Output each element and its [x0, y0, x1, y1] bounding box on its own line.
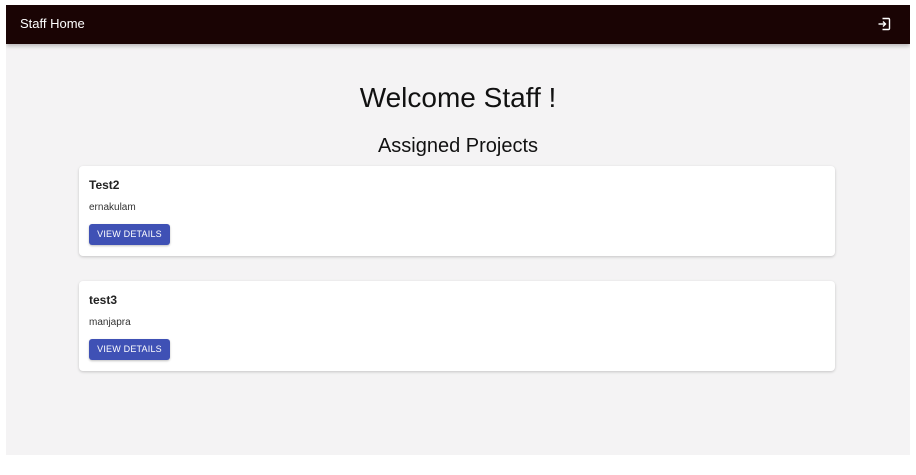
project-card: Test2 ernakulam VIEW DETAILS — [79, 166, 835, 256]
logout-button[interactable] — [876, 16, 892, 32]
assigned-projects-heading: Assigned Projects — [377, 135, 539, 157]
view-details-button[interactable]: VIEW DETAILS — [89, 339, 170, 360]
app-title: Staff Home — [20, 16, 85, 31]
project-name: test3 — [89, 293, 118, 307]
app-frame: Staff Home Welcome Staff ! Assigned Proj… — [6, 5, 910, 455]
app-bar: Staff Home — [6, 5, 910, 44]
project-location: manjapra — [89, 317, 131, 328]
view-details-button[interactable]: VIEW DETAILS — [89, 224, 170, 245]
project-location: ernakulam — [89, 202, 136, 213]
welcome-heading: Welcome Staff ! — [359, 82, 557, 113]
project-name: Test2 — [89, 178, 120, 192]
logout-icon — [876, 16, 892, 32]
project-card: test3 manjapra VIEW DETAILS — [79, 281, 835, 371]
